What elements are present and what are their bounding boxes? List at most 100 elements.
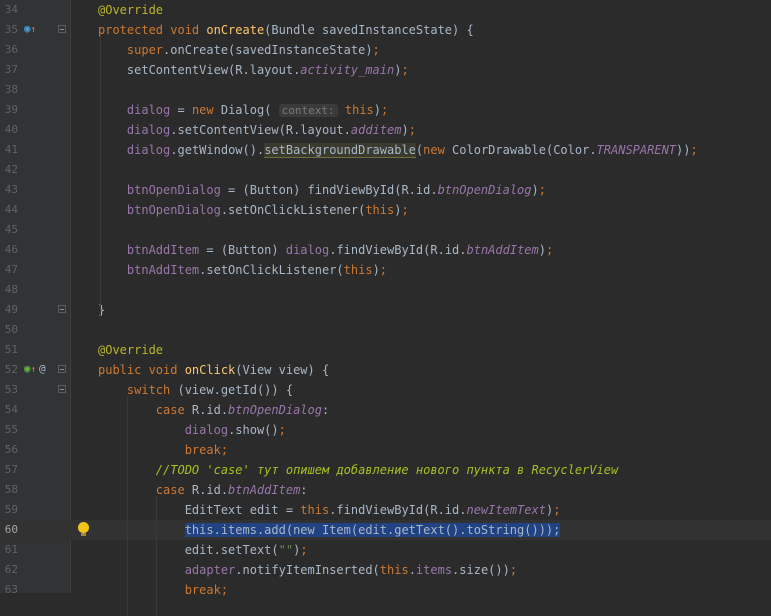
code-line-47[interactable]: 47 btnAddItem.setOnClickListener(this); [0, 260, 771, 280]
code-line-39[interactable]: 39 dialog = new Dialog( context: this); [0, 100, 771, 120]
line-number[interactable]: 40 [0, 123, 18, 136]
annotation-at-icon[interactable]: @ [39, 362, 46, 376]
line-number[interactable]: 54 [0, 403, 18, 416]
code-text[interactable]: dialog.setContentView(R.layout.additem); [98, 122, 416, 138]
line-number[interactable]: 50 [0, 323, 18, 336]
fold-toggle-icon[interactable] [58, 305, 66, 313]
code-text[interactable]: //TODO 'case' тут опишем добавление ново… [98, 462, 618, 478]
code-line-54[interactable]: 54 case R.id.btnOpenDialog: [0, 400, 771, 420]
code-text[interactable]: btnOpenDialog = (Button) findViewById(R.… [98, 182, 546, 198]
intention-lightbulb-icon[interactable] [78, 522, 89, 536]
implements-method-icon[interactable]: ◉↑ [24, 362, 36, 377]
line-number[interactable]: 42 [0, 163, 18, 176]
line-number[interactable]: 60 [0, 523, 18, 536]
line-number[interactable]: 56 [0, 443, 18, 456]
line-number[interactable]: 58 [0, 483, 18, 496]
code-line-38[interactable]: 38 [0, 80, 771, 100]
code-line-48[interactable]: 48 [0, 280, 771, 300]
code-line-63[interactable]: 63 break; [0, 580, 771, 600]
code-text[interactable]: btnOpenDialog.setOnClickListener(this); [98, 202, 409, 218]
fold-toggle-icon[interactable] [58, 365, 66, 373]
code-line-50[interactable]: 50 [0, 320, 771, 340]
line-number[interactable]: 53 [0, 383, 18, 396]
code-text[interactable]: @Override [98, 342, 163, 358]
code-text[interactable]: dialog.getWindow().setBackgroundDrawable… [98, 142, 698, 158]
code-line-53[interactable]: 53 switch (view.getId()) { [0, 380, 771, 400]
code-line-41[interactable]: 41 dialog.getWindow().setBackgroundDrawa… [0, 140, 771, 160]
fold-toggle-icon[interactable] [58, 25, 66, 33]
code-token: .notifyItemInserted( [235, 563, 380, 577]
code-line-46[interactable]: 46 btnAddItem = (Button) dialog.findView… [0, 240, 771, 260]
line-number[interactable]: 57 [0, 463, 18, 476]
code-line-40[interactable]: 40 dialog.setContentView(R.layout.addite… [0, 120, 771, 140]
code-line-35[interactable]: 35 ◉↑ protected void onCreate(Bundle saved… [0, 20, 771, 40]
line-number[interactable]: 37 [0, 63, 18, 76]
code-line-43[interactable]: 43 btnOpenDialog = (Button) findViewById… [0, 180, 771, 200]
code-text[interactable]: btnAddItem = (Button) dialog.findViewByI… [98, 242, 553, 258]
code-text[interactable]: break; [98, 582, 228, 598]
code-text[interactable]: case R.id.btnAddItem: [98, 482, 308, 498]
code-line-59[interactable]: 59 EditText edit = this.findViewById(R.i… [0, 500, 771, 520]
line-number[interactable]: 44 [0, 203, 18, 216]
code-text[interactable]: EditText edit = this.findViewById(R.id.n… [98, 502, 561, 518]
code-text[interactable]: protected void onCreate(Bundle savedInst… [98, 22, 474, 38]
line-number[interactable]: 45 [0, 223, 18, 236]
code-text[interactable]: this.items.add(new Item(edit.getText().t… [98, 522, 561, 538]
code-line-34[interactable]: 34 @Override [0, 0, 771, 20]
code-text[interactable]: public void onClick(View view) { [98, 362, 329, 378]
code-line-44[interactable]: 44 btnOpenDialog.setOnClickListener(this… [0, 200, 771, 220]
code-editor[interactable]: 34 @Override 35 ◉↑ protected void onCreate(B… [0, 0, 771, 616]
line-number[interactable]: 63 [0, 583, 18, 596]
line-number[interactable]: 34 [0, 3, 18, 16]
code-line-37[interactable]: 37 setContentView(R.layout.activity_main… [0, 60, 771, 80]
code-token: protected void [98, 23, 207, 37]
line-number[interactable]: 49 [0, 303, 18, 316]
override-method-icon[interactable]: ◉↑ [24, 22, 36, 37]
line-number[interactable]: 35 [0, 23, 18, 36]
code-line-49[interactable]: 49} [0, 300, 771, 320]
line-number[interactable]: 62 [0, 563, 18, 576]
code-text[interactable]: setContentView(R.layout.activity_main); [98, 62, 409, 78]
fold-toggle-icon[interactable] [58, 385, 66, 393]
code-line-60[interactable]: 60 this.items.add(new Item(edit.getText(… [0, 520, 771, 540]
line-number[interactable]: 61 [0, 543, 18, 556]
code-line-61[interactable]: 61 edit.setText(""); [0, 540, 771, 560]
code-token: switch [126, 383, 178, 397]
code-text[interactable]: adapter.notifyItemInserted(this.items.si… [98, 562, 517, 578]
code-text[interactable]: case R.id.btnOpenDialog: [98, 402, 329, 418]
code-text[interactable]: super.onCreate(savedInstanceState); [98, 42, 380, 58]
code-line-56[interactable]: 56 break; [0, 440, 771, 460]
code-text[interactable]: break; [98, 442, 228, 458]
code-line-57[interactable]: 57 //TODO 'case' тут опишем добавление н… [0, 460, 771, 480]
line-number[interactable]: 41 [0, 143, 18, 156]
code-line-62[interactable]: 62 adapter.notifyItemInserted(this.items… [0, 560, 771, 580]
line-number[interactable]: 38 [0, 83, 18, 96]
code-token: )) [676, 143, 691, 157]
line-number[interactable]: 36 [0, 43, 18, 56]
code-token: @Override [98, 3, 164, 17]
indent-guide [126, 416, 128, 616]
code-token: setBackgroundDrawable [264, 143, 416, 158]
code-text[interactable]: edit.setText(""); [98, 542, 308, 558]
code-text[interactable]: dialog = new Dialog( context: this); [98, 102, 388, 119]
code-text[interactable]: btnAddItem.setOnClickListener(this); [98, 262, 387, 278]
line-number[interactable]: 47 [0, 263, 18, 276]
line-number[interactable]: 48 [0, 283, 18, 296]
code-line-51[interactable]: 51 @Override [0, 340, 771, 360]
code-line-42[interactable]: 42 [0, 160, 771, 180]
code-token: ; [381, 103, 389, 117]
line-number[interactable]: 39 [0, 103, 18, 116]
line-number[interactable]: 52 [0, 363, 18, 376]
code-token: ; [372, 43, 380, 57]
line-number[interactable]: 55 [0, 423, 18, 436]
line-number[interactable]: 51 [0, 343, 18, 356]
line-number[interactable]: 46 [0, 243, 18, 256]
code-line-58[interactable]: 58 case R.id.btnAddItem: [0, 480, 771, 500]
line-number[interactable]: 59 [0, 503, 18, 516]
code-line-45[interactable]: 45 [0, 220, 771, 240]
code-text[interactable]: @Override [98, 2, 163, 18]
code-line-36[interactable]: 36 super.onCreate(savedInstanceState); [0, 40, 771, 60]
code-line-52[interactable]: 52 ◉↑ @ public void onClick(View view) { [0, 360, 771, 380]
line-number[interactable]: 43 [0, 183, 18, 196]
code-line-55[interactable]: 55 dialog.show(); [0, 420, 771, 440]
